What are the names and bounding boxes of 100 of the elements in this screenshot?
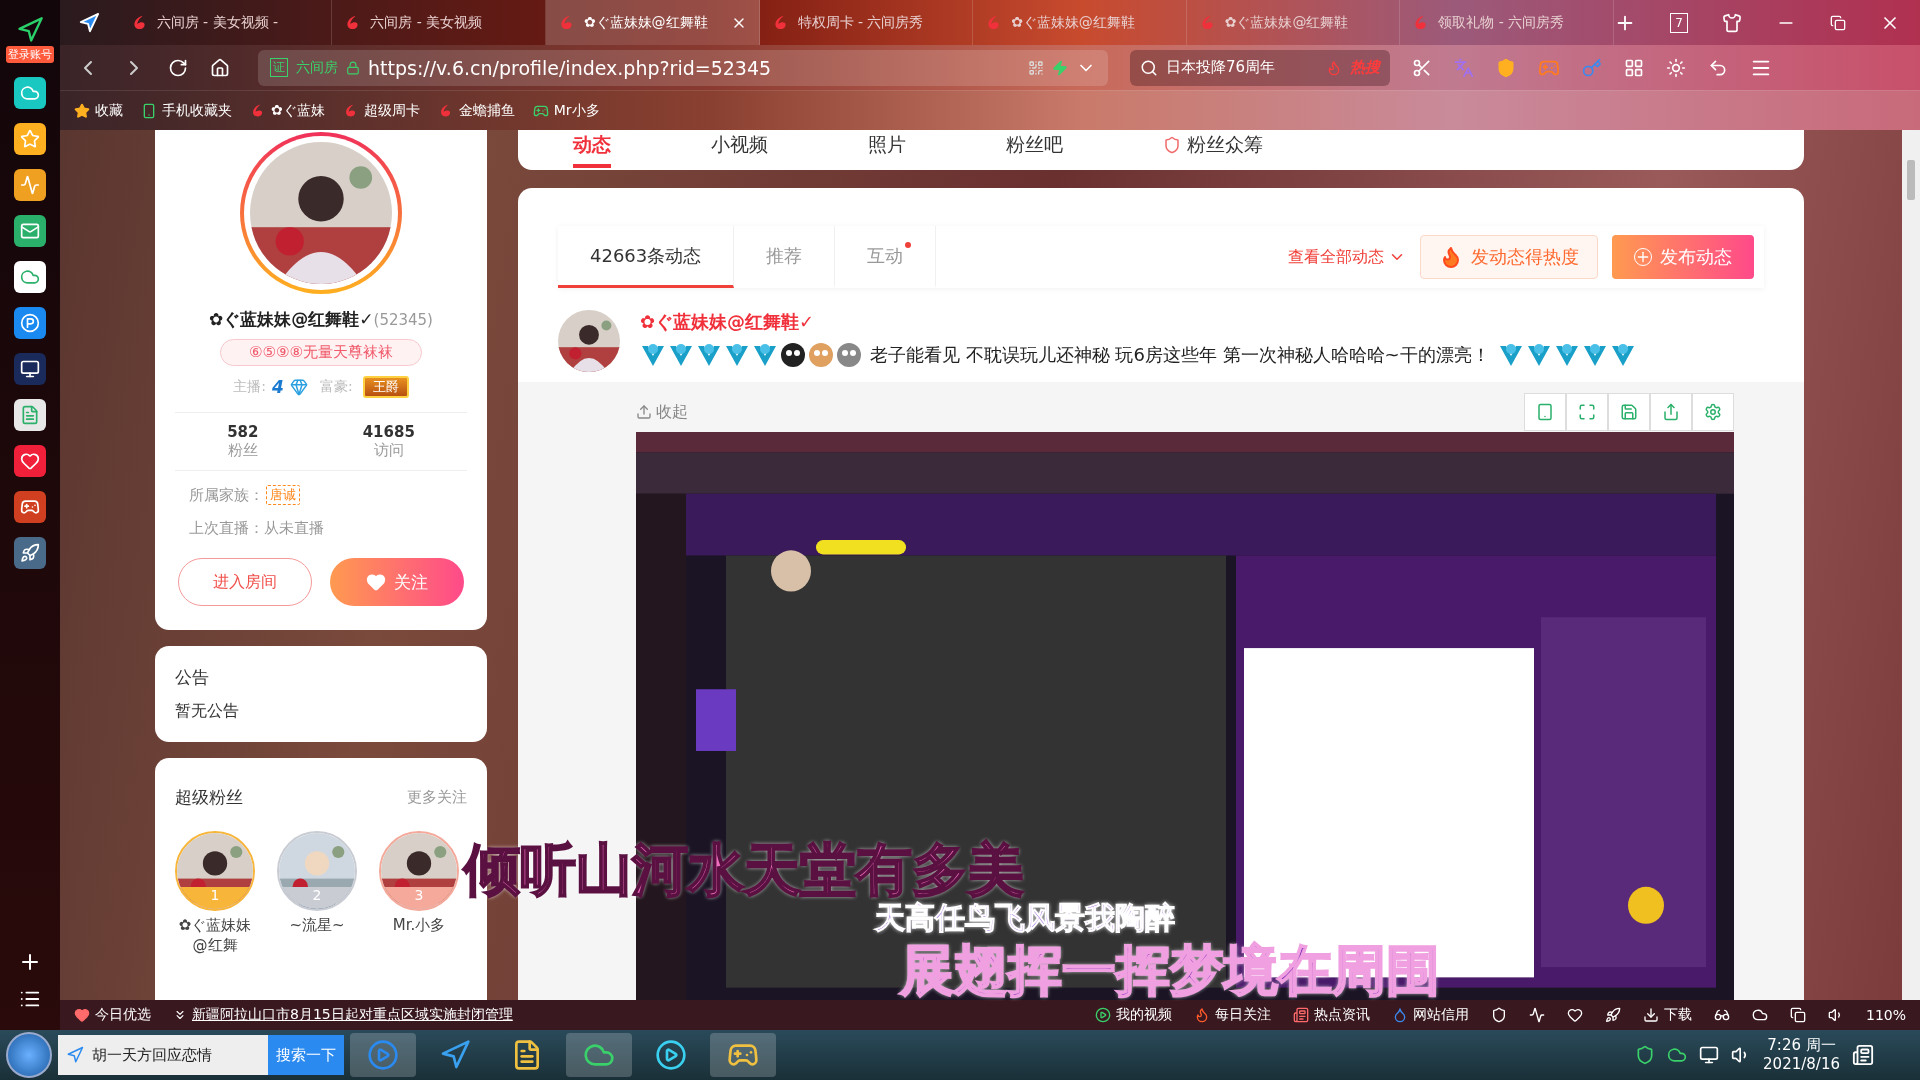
level-badge-icon — [696, 342, 722, 368]
search-button[interactable]: 搜索一下 — [268, 1035, 344, 1075]
taskbar-app-icon[interactable] — [566, 1033, 632, 1077]
notice-text: 暂无公告 — [175, 701, 240, 722]
upload-icon — [636, 404, 652, 420]
stat-label: 粉丝 — [227, 441, 258, 460]
clock[interactable]: 7:26 周一 2021/8/16 — [1763, 1035, 1840, 1075]
bookmark-label[interactable]: ✿ぐ蓝妹 — [271, 101, 325, 120]
app-icon[interactable] — [14, 353, 46, 385]
nav-tab[interactable]: 动态 — [573, 132, 611, 168]
download-button[interactable]: 下载 — [1642, 1006, 1692, 1024]
last-live-text: 上次直播：从未直播 — [189, 519, 324, 538]
settings-icon[interactable] — [1692, 393, 1734, 431]
level-badge-icon — [1581, 342, 1608, 368]
level-badge-icon — [1553, 342, 1580, 368]
start-button[interactable] — [6, 1032, 52, 1078]
filter-dropdown[interactable]: 查看全部动态 — [1288, 246, 1406, 268]
family-label: 所属家族： — [189, 485, 264, 505]
app-icon[interactable] — [14, 399, 46, 431]
today-picks[interactable]: 今日优选 — [74, 1006, 151, 1024]
app-icon[interactable] — [14, 77, 46, 109]
shield-icon — [1163, 136, 1181, 154]
bookmark-label[interactable]: 收藏 — [95, 101, 123, 120]
app-icon[interactable] — [14, 307, 46, 339]
bookmark-label[interactable]: 金蟾捕鱼 — [458, 101, 515, 120]
bookmark-item[interactable]: Mr小多 — [532, 101, 600, 120]
enter-room-button[interactable]: 进入房间 — [178, 558, 312, 606]
tray-icon[interactable] — [1699, 1045, 1720, 1065]
notice-title: 公告 — [175, 666, 210, 689]
anchor-level: 4 — [272, 377, 284, 397]
grid-icon[interactable] — [1624, 57, 1644, 78]
site-label: 六间房 — [296, 58, 338, 77]
taskbar-app-icon[interactable] — [710, 1033, 776, 1077]
glasses-icon[interactable] — [1713, 1007, 1730, 1023]
post-text: 老子能看见 不耽误玩儿还神秘 玩6房这些年 第一次神秘人哈哈哈~干的漂亮！ — [870, 343, 1490, 367]
video-icon — [1094, 1007, 1111, 1023]
status-item[interactable]: 热点资讯 — [1292, 1006, 1370, 1024]
bookmark-item[interactable]: ✿ぐ蓝妹 — [250, 101, 325, 120]
phone-icon — [141, 102, 157, 119]
nav-tab[interactable]: 粉丝众筹 — [1163, 132, 1263, 168]
news-link[interactable]: 新疆阿拉山口市8月15日起对重点区域实施封闭管理 — [192, 1006, 513, 1024]
scissors-icon[interactable] — [1412, 57, 1432, 78]
nav-tab[interactable]: 粉丝吧 — [1006, 132, 1063, 168]
fan-name[interactable]: ~流星~ — [277, 915, 357, 936]
address-bar[interactable]: 证 六间房 https://v.6.cn/profile/index.php?rid=52345 — [258, 49, 1108, 86]
window-icon[interactable] — [1789, 1007, 1806, 1023]
level-badge-icon — [1525, 342, 1552, 368]
bookmark-label[interactable]: 手机收藏夹 — [162, 101, 232, 120]
room-id: (52345) — [373, 311, 433, 329]
nav-tab[interactable]: 照片 — [868, 132, 906, 168]
app-icon[interactable] — [14, 445, 46, 477]
search-field[interactable]: 胡一天方回应恋情 — [58, 1035, 268, 1075]
tray-icon[interactable] — [1667, 1045, 1688, 1065]
rocket-icon[interactable] — [1604, 1007, 1621, 1023]
fan-name[interactable]: ✿ぐ蓝妹妹@红舞 — [175, 915, 255, 956]
save-icon[interactable] — [1608, 393, 1650, 431]
status-item[interactable]: 网站信用 — [1391, 1006, 1469, 1024]
app-icon[interactable] — [14, 261, 46, 293]
status-item[interactable]: 我的视频 — [1094, 1006, 1172, 1024]
author-name[interactable]: ✿ぐ蓝妹妹@红舞鞋✓ — [640, 310, 1636, 334]
rich-badge: 王爵 — [362, 376, 409, 398]
shirt-icon[interactable] — [1722, 12, 1742, 33]
nav-tab[interactable]: 小视频 — [711, 132, 768, 168]
brightness-icon[interactable] — [1666, 57, 1686, 78]
home-icon[interactable] — [210, 57, 230, 78]
zoom-level[interactable]: 110% — [1865, 1007, 1906, 1023]
restore-icon[interactable] — [1830, 14, 1846, 31]
feed-tab[interactable]: 42663条动态 — [558, 226, 735, 288]
bookmark-item[interactable]: 手机收藏夹 — [141, 101, 232, 120]
bookmark-label[interactable]: 超级周卡 — [363, 101, 420, 120]
search-field[interactable]: 日本投降76周年 热搜 — [1130, 49, 1390, 86]
app-icon[interactable] — [14, 491, 46, 523]
heart-icon[interactable] — [1566, 1007, 1583, 1023]
window-count[interactable]: 7 — [1670, 12, 1688, 33]
reload-icon[interactable] — [168, 57, 188, 78]
bookmark-item[interactable]: 收藏 — [74, 101, 123, 120]
chart-icon[interactable] — [1528, 1007, 1545, 1023]
fan-name[interactable]: Mr.小多 — [379, 915, 459, 936]
bookmark-item[interactable]: 金蟾捕鱼 — [437, 101, 515, 120]
bookmark-label[interactable]: Mr小多 — [553, 101, 600, 120]
anchor-label: 主播: — [233, 378, 267, 396]
shield-icon[interactable] — [1490, 1007, 1507, 1023]
level-badge-icon — [724, 342, 750, 368]
app-icon[interactable] — [14, 169, 46, 201]
stat-value: 41685 — [362, 423, 415, 441]
app-icon[interactable] — [14, 123, 46, 155]
title-badge: ⑥⑤⑨⑧无量天尊袜袜 — [220, 339, 422, 366]
undo-icon[interactable] — [1708, 57, 1728, 78]
browser-tab[interactable]: ✿ぐ蓝妹妹@红舞鞋 — [545, 0, 760, 45]
stat-value: 582 — [227, 423, 259, 441]
search-icon — [1140, 58, 1158, 77]
flame-icon — [1326, 59, 1342, 76]
lyric-text: 天高任鸟飞风景我陶醉 — [875, 903, 1175, 933]
app-icon[interactable] — [14, 215, 46, 247]
app-icon[interactable] — [14, 537, 46, 569]
bookmark-item[interactable]: 超级周卡 — [342, 101, 420, 120]
lock-icon — [346, 60, 360, 75]
status-item[interactable]: 每日关注 — [1193, 1006, 1271, 1024]
notes-icon[interactable] — [1852, 1044, 1874, 1066]
tray-icon[interactable] — [1635, 1045, 1656, 1065]
